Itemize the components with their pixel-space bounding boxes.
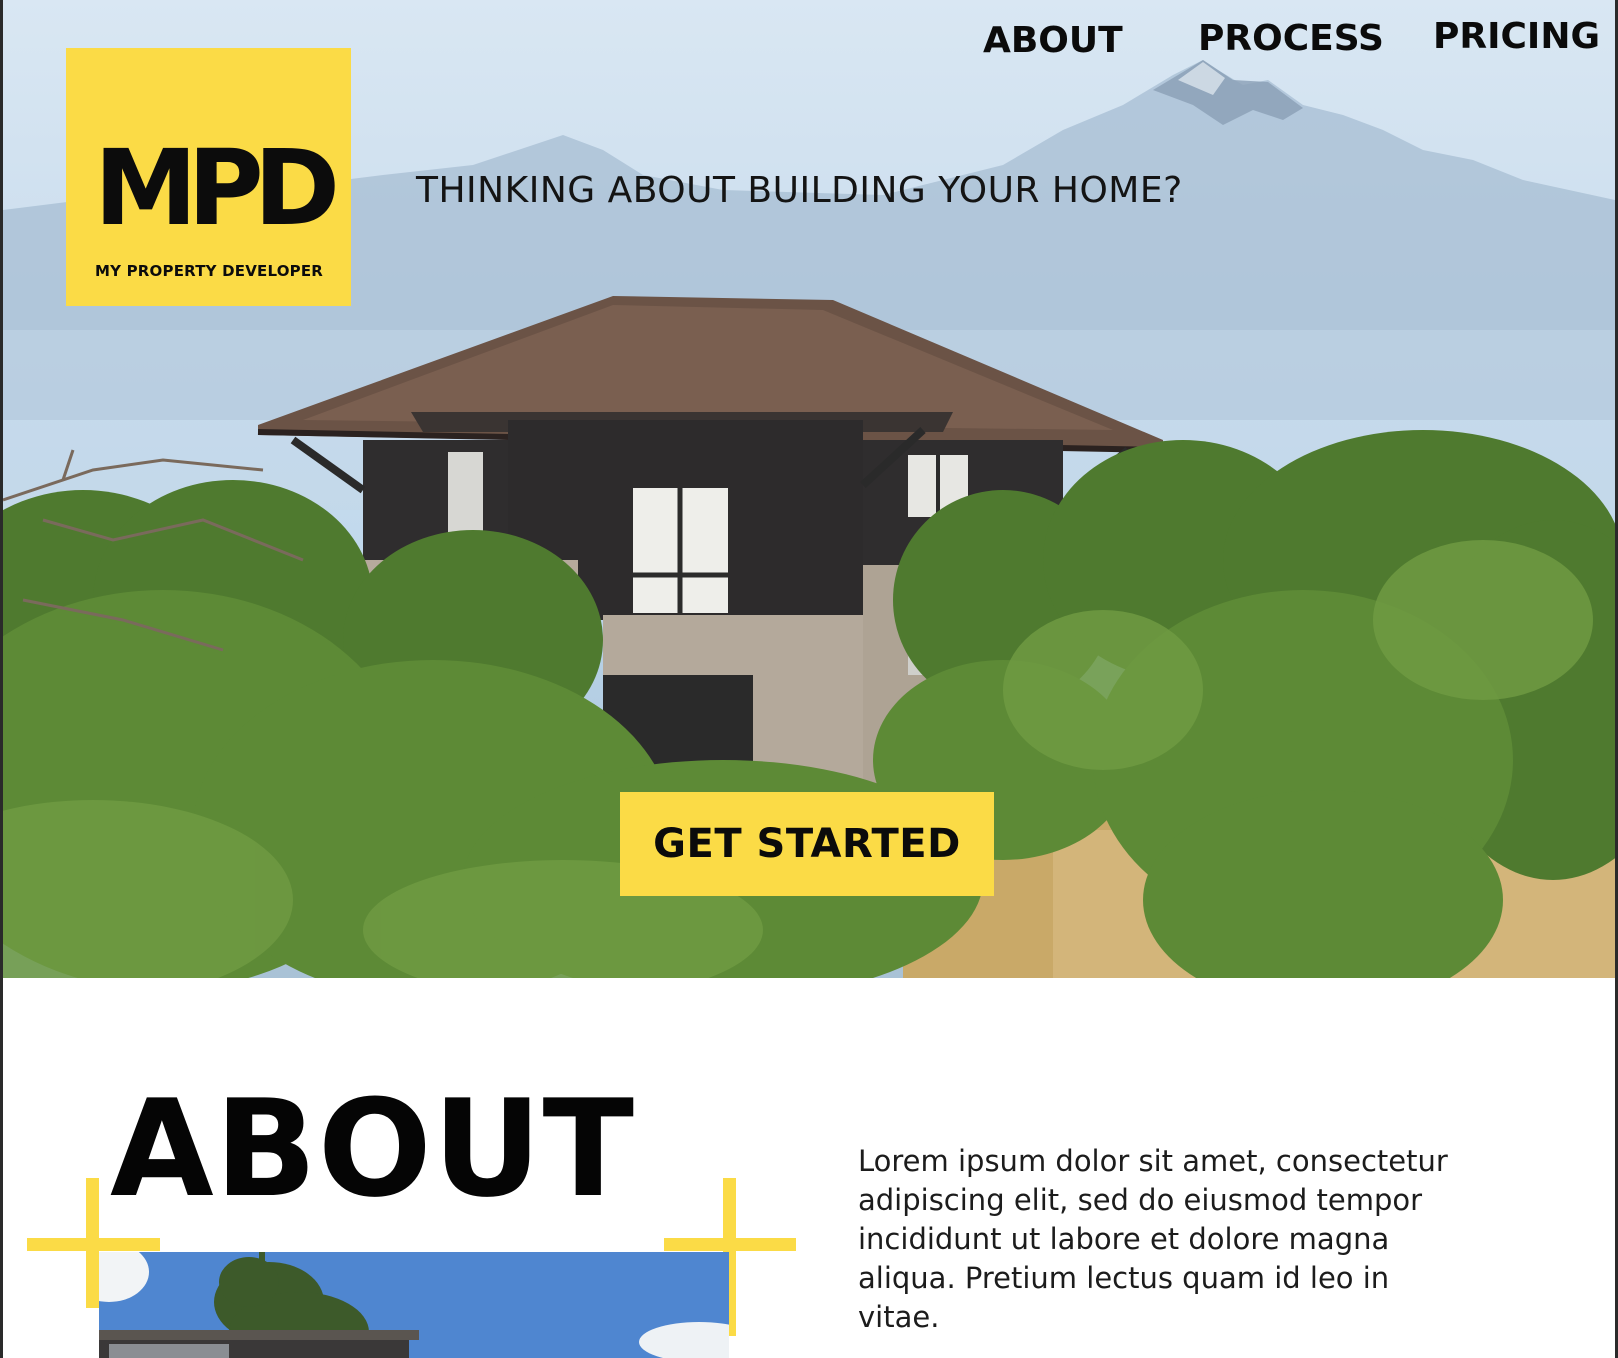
decor-cross-left-v xyxy=(86,1178,99,1308)
about-body-text: Lorem ipsum dolor sit amet, consectetur … xyxy=(858,1144,1448,1334)
brand-logo[interactable]: MPD MY PROPERTY DEVELOPER xyxy=(66,48,351,306)
hero-tagline: THINKING ABOUT BUILDING YOUR HOME? xyxy=(416,170,1183,211)
get-started-button[interactable]: GET STARTED xyxy=(620,792,994,896)
hero-section: MPD MY PROPERTY DEVELOPER ABOUT PROCESS … xyxy=(3,0,1615,978)
about-heading: ABOUT xyxy=(110,1071,635,1227)
nav-link-about[interactable]: ABOUT xyxy=(983,20,1123,61)
logo-mark: MPD xyxy=(94,127,340,249)
about-photo xyxy=(99,1252,729,1358)
get-started-label: GET STARTED xyxy=(653,821,961,867)
nav-link-process[interactable]: PROCESS xyxy=(1198,18,1384,59)
logo-subtitle: MY PROPERTY DEVELOPER xyxy=(95,262,324,280)
nav-link-pricing[interactable]: PRICING xyxy=(1433,16,1600,57)
